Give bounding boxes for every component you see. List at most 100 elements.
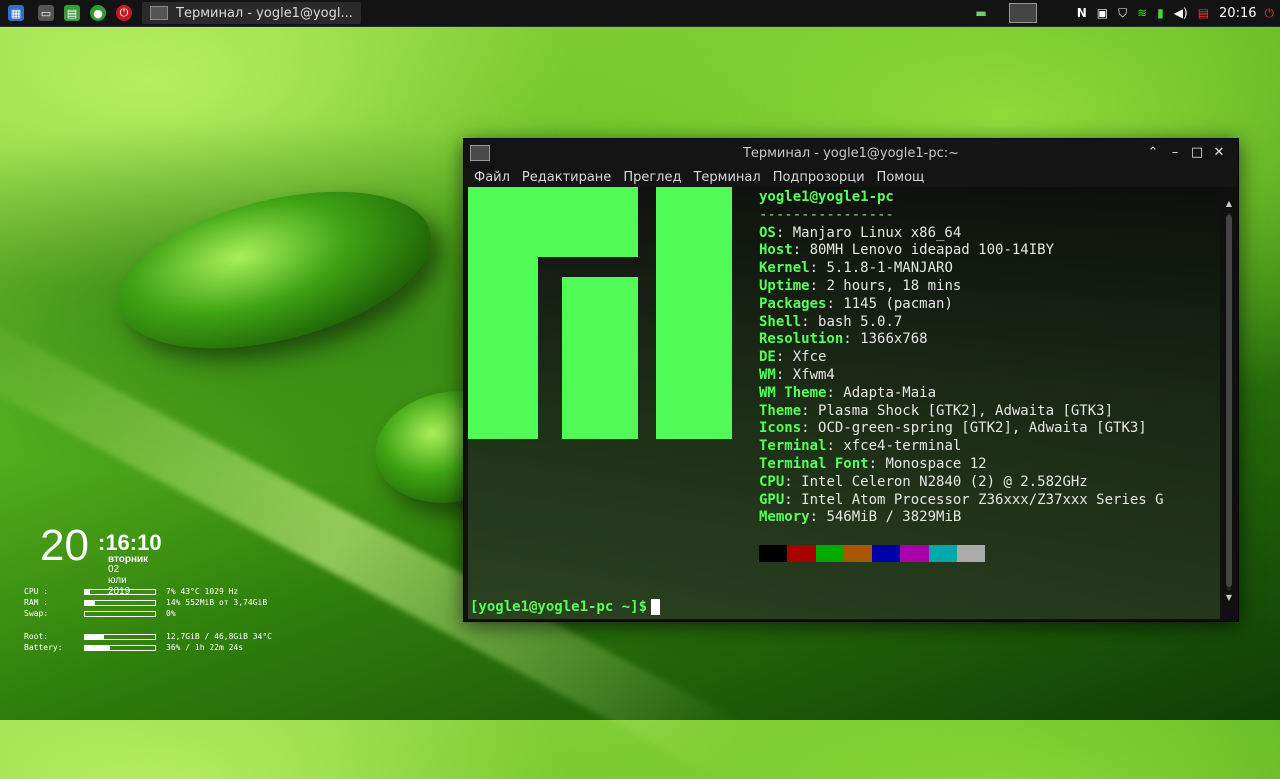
wallpaper-water-drop [102,163,448,377]
info-line: WM: Xfwm4 [759,367,1164,385]
color-swatch [900,545,929,562]
window-titlebar[interactable]: Терминал - yogle1@yogle1-pc:~ ⌃ – □ ✕ [464,139,1238,167]
text-cursor [651,599,661,615]
close-button[interactable]: ✕ [1208,144,1230,162]
info-value: 1145 (pacman) [843,295,953,312]
battery-applet-icon[interactable]: ▬ [975,6,986,20]
info-key: Memory [759,509,810,526]
conky-bar [84,634,156,640]
scrollbar[interactable]: ▲ ▼ [1224,199,1234,604]
info-key: Shell [759,313,802,330]
info-line: Terminal: xfce4-terminal [759,438,1164,456]
terminal-output[interactable]: yogle1@yogle1-pc ---------------- OS: Ma… [468,187,1220,619]
conky-bar-fill [85,635,104,639]
info-value: Monospace 12 [885,455,987,472]
info-line: Host: 80MH Lenovo ideapad 100-14IBY [759,242,1164,260]
neofetch-separator: ---------------- [759,206,894,223]
shield-icon[interactable]: ⛉ [1118,6,1127,21]
menu-tabs[interactable]: Подпрозорци [767,170,871,185]
conky-value: 14% 552MiB от 3,74GiB [166,598,268,607]
keyboard-layout-flag-icon[interactable]: ▤ [1198,6,1209,20]
info-colon: : [792,242,810,259]
info-key: Packages [759,295,827,312]
applications-menu-icon[interactable]: ▦ [8,5,24,21]
info-key: Theme [759,402,802,419]
conky-value: 12,7GiB / 46,8GiB 34°C [166,632,272,641]
info-key: CPU [759,473,785,490]
power-icon[interactable]: ⏻ [1265,6,1275,21]
info-value: Xfce [792,349,827,366]
info-colon: : [826,295,844,312]
conky-row: CPU : 7% 43°C 1029 Hz [24,586,304,597]
conky-value: 36% / 1h 22m 24s [166,643,244,652]
info-value: 1366x768 [860,331,928,348]
panel-clock[interactable]: 20:16 [1219,6,1256,21]
menu-view[interactable]: Преглед [617,170,687,185]
top-panel: ▦ ▭ ▤ ● ⏻ Терминал - yogle1@yogl... ▬ N … [0,0,1280,27]
minimize-button[interactable]: – [1164,144,1186,162]
conky-bar [84,645,156,651]
workspace-switcher[interactable] [1008,3,1037,23]
info-value: Manjaro Linux x86_64 [792,224,962,241]
conky-value: 7% 43°C 1029 Hz [166,587,239,596]
conky-bar [84,589,156,595]
info-value: Intel Celeron N2840 (2) @ 2.582GHz [801,473,1088,490]
color-swatch [787,545,816,562]
info-line: Packages: 1145 (pacman) [759,296,1164,314]
info-line: Memory: 546MiB / 3829MiB [759,509,1164,527]
browser-icon[interactable]: ● [90,5,106,21]
color-swatch [759,545,788,562]
conky-time: :16:10 [98,530,162,555]
maximize-button[interactable]: □ [1186,144,1208,162]
info-key: Uptime [759,277,810,294]
info-line: DE: Xfce [759,349,1164,367]
conky-row: Battery: 36% / 1h 22m 24s [24,642,304,653]
show-desktop-icon[interactable]: ▭ [38,5,54,21]
volume-icon[interactable]: ◀) [1174,6,1188,20]
window-title: Терминал - yogle1@yogle1-pc:~ [742,146,960,161]
info-value: 5.1.8-1-MANJARO [826,260,953,277]
menu-edit[interactable]: Редактиране [516,170,617,185]
conky-row: Root: 12,7GiB / 46,8GiB 34°C [24,631,304,642]
color-swatch [872,545,901,562]
info-line: Kernel: 5.1.8-1-MANJARO [759,260,1164,278]
info-line: WM Theme: Adapta-Maia [759,385,1164,403]
scroll-down-arrow-icon[interactable]: ▼ [1224,593,1234,603]
menu-file[interactable]: Файл [468,170,516,185]
menu-help[interactable]: Помощ [871,170,931,185]
conky-bar-fill [85,646,111,650]
clipboard-icon[interactable]: ▣ [1097,6,1108,20]
taskbar-terminal-button[interactable]: Терминал - yogle1@yogl... [142,2,361,24]
info-colon: : [775,366,793,383]
info-line: Icons: OCD-green-spring [GTK2], Adwaita … [759,420,1164,438]
info-key: Terminal Font [759,455,869,472]
scroll-up-arrow-icon[interactable]: ▲ [1224,199,1234,209]
conky-bar [84,600,156,606]
color-swatch [815,545,844,562]
info-colon: : [826,438,844,455]
info-colon: : [775,224,793,241]
info-value: Adapta-Maia [843,384,937,401]
prompt-text: [yogle1@yogle1-pc ~]$ [470,599,648,615]
info-colon: : [784,491,802,508]
conky-hour: 20 [40,521,89,570]
shutdown-icon[interactable]: ⏻ [116,5,132,21]
info-key: Terminal [759,438,827,455]
menu-bar: Файл Редактиране Преглед Терминал Подпро… [464,167,1238,187]
conky-bar-fill [85,590,90,594]
file-manager-icon[interactable]: ▤ [64,5,80,21]
wifi-icon[interactable]: ≋ [1137,6,1147,20]
conky-row: RAM : 14% 552MiB от 3,74GiB [24,597,304,608]
system-tray: ▬ N ▣ ⛉ ≋ ▮ ◀) ▤ 20:16 ⏻ [975,0,1280,26]
info-value: bash 5.0.7 [818,313,903,330]
info-colon: : [801,420,819,437]
conky-value: 0% [166,609,176,618]
info-colon: : [843,331,861,348]
chevron-up-icon[interactable]: ⌃ [1142,144,1164,162]
battery-icon[interactable]: ▮ [1157,6,1164,20]
menu-terminal[interactable]: Терминал [687,170,766,185]
info-line: Terminal Font: Monospace 12 [759,456,1164,474]
scroll-thumb[interactable] [1226,215,1232,587]
conky-bar [84,611,156,617]
network-n-icon[interactable]: N [1077,6,1087,20]
